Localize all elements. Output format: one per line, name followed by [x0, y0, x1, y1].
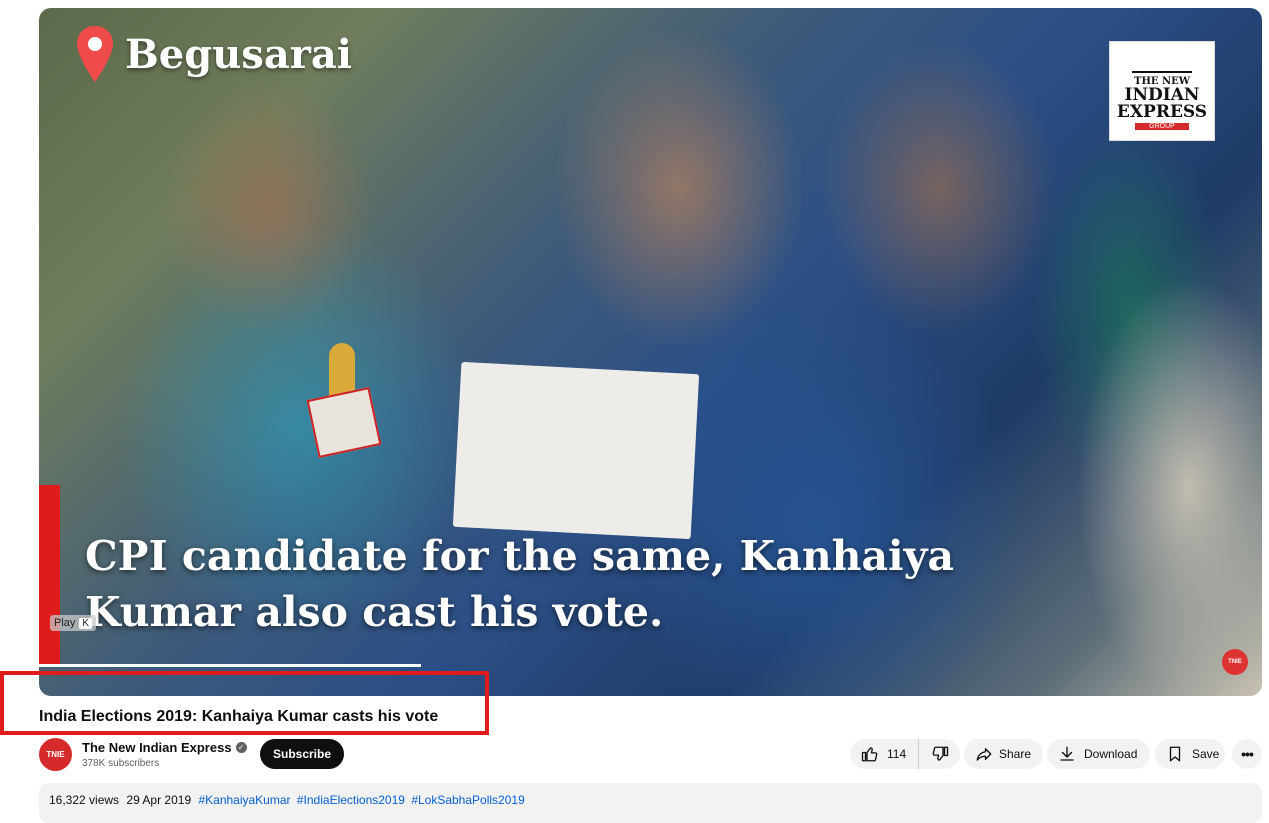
thumbs-down-icon [932, 746, 949, 761]
keyboard-shortcut: K [79, 617, 93, 629]
location-pin-icon [77, 26, 113, 82]
channel-name[interactable]: The New Indian Express [82, 740, 232, 755]
upload-date: 29 Apr 2019 [126, 793, 192, 807]
like-button[interactable]: 114 [850, 739, 920, 769]
emblem-icon [1132, 53, 1192, 73]
hashtag-link[interactable]: #IndiaElections2019 [297, 793, 405, 807]
bookmark-icon [1169, 746, 1181, 762]
dislike-button[interactable] [919, 739, 949, 769]
channel-avatar[interactable]: TNIE [39, 738, 72, 771]
caption-underline [39, 664, 421, 667]
logo-text: INDIAN [1124, 84, 1200, 105]
location-overlay: Begusarai [75, 24, 352, 84]
like-dislike-group: 114 [850, 739, 960, 769]
channel-logo-watermark: THE NEW INDIAN EXPRESS GROUP [1109, 41, 1215, 141]
hashtag-link[interactable]: #KanhaiyaKumar [198, 793, 290, 807]
logo-text: GROUP [1135, 122, 1189, 130]
video-player[interactable]: Begusarai THE NEW INDIAN EXPRESS GROUP C… [39, 8, 1262, 696]
verified-check-icon: ✓ [235, 742, 247, 753]
video-caption: CPI candidate for the same, Kanhaiya Kum… [85, 528, 1065, 640]
download-label: Download [1084, 747, 1138, 761]
hashtag-link[interactable]: #LokSabhaPolls2019 [411, 793, 524, 807]
download-button[interactable]: Download [1047, 739, 1150, 769]
subscriber-count: 378K subscribers [82, 758, 160, 769]
play-tooltip-label: Play [54, 617, 76, 629]
caption-line: Kumar also cast his vote. [85, 588, 664, 636]
channel-name-link[interactable]: The New Indian Express ✓ [82, 740, 247, 755]
caption-accent-bar [39, 485, 60, 667]
share-label: Share [999, 747, 1032, 761]
share-icon [976, 748, 992, 761]
play-tooltip: Play K [50, 615, 97, 631]
view-count: 16,322 views [49, 793, 120, 807]
more-actions-button[interactable]: ••• [1232, 739, 1262, 769]
logo-text: EXPRESS [1116, 101, 1208, 122]
caption-line: CPI candidate for the same, Kanhaiya [85, 532, 955, 580]
video-title: India Elections 2019: Kanhaiya Kumar cas… [39, 708, 439, 725]
description-box[interactable]: 16,322 views 29 Apr 2019 #KanhaiyaKumar … [39, 783, 1262, 823]
location-text: Begusarai [125, 30, 352, 78]
more-horizontal-icon: ••• [1241, 746, 1254, 762]
voter-id-card-graphic [452, 361, 700, 540]
save-label: Save [1192, 747, 1220, 761]
channel-watermark-icon[interactable]: TNIE [1222, 649, 1248, 675]
description-meta: 16,322 views 29 Apr 2019 #KanhaiyaKumar … [49, 793, 528, 807]
thumbs-up-icon [861, 747, 878, 762]
share-button[interactable]: Share [964, 739, 1043, 769]
like-count: 114 [887, 747, 907, 761]
channel-row: TNIE The New Indian Express ✓ 378K subsc… [39, 737, 1262, 773]
subscribe-button[interactable]: Subscribe [260, 739, 345, 769]
download-icon [1060, 746, 1074, 761]
save-button[interactable]: Save [1155, 739, 1225, 769]
